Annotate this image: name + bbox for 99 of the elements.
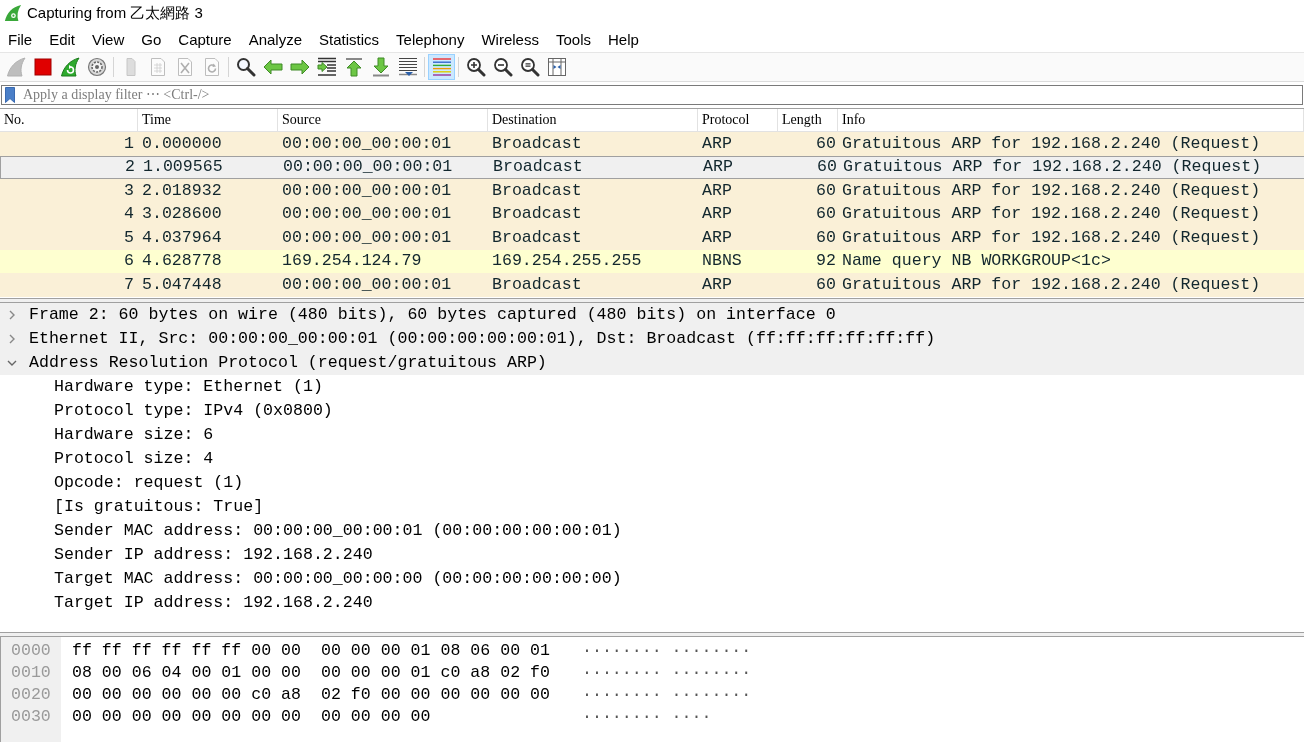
table-cell-text: 4.628778 bbox=[141, 251, 223, 272]
table-cell-text: 00:00:00_00:00:01 bbox=[281, 133, 453, 154]
packet-row[interactable]: 2 1.009565 00:00:00_00:00:01 Broadcast ARP 60 Gratuitous ARP for 192.168.2.240 (Request) bbox=[0, 155, 1304, 179]
hex-bytes: 08 00 06 04 00 01 00 00 00 00 00 01 c0 a8 02 f0 bbox=[72, 662, 551, 684]
packet-row[interactable]: 7 5.047448 00:00:00_00:00:01 Broadcast ARP 60 Gratuitous ARP for 192.168.2.240 (Request) bbox=[0, 273, 1304, 297]
table-cell-text: 60 bbox=[815, 204, 837, 225]
table-cell-text: 6 bbox=[123, 251, 135, 272]
fin-icon bbox=[4, 4, 22, 22]
packet-row[interactable]: 4 3.028600 00:00:00_00:00:01 Broadcast ARP 60 Gratuitous ARP for 192.168.2.240 (Request) bbox=[0, 202, 1304, 226]
table-cell-text: Broadcast bbox=[491, 133, 583, 154]
table-cell-text: ARP bbox=[701, 227, 733, 248]
menu-item[interactable]: Help bbox=[600, 28, 647, 50]
ascii-bytes: ········ ········ bbox=[582, 662, 752, 684]
table-cell-text: 60 bbox=[815, 133, 837, 154]
menu-item[interactable]: Telephony bbox=[388, 28, 473, 50]
table-cell-text: ARP bbox=[701, 133, 733, 154]
hex-bytes: 00 00 00 00 00 00 00 00 00 00 00 00 bbox=[72, 706, 432, 728]
table-cell-text: Broadcast bbox=[491, 227, 583, 248]
tree-item[interactable]: Protocol type: IPv4 (0x0800) bbox=[54, 401, 333, 421]
chevron-right-icon[interactable] bbox=[7, 334, 17, 344]
menu-item[interactable]: Wireless bbox=[473, 28, 547, 50]
chevron-down-icon[interactable] bbox=[7, 358, 17, 368]
menu-item[interactable]: Analyze bbox=[240, 28, 311, 50]
byte-offset: 0000 bbox=[10, 640, 52, 662]
tree-item[interactable]: Ethernet II, Src: 00:00:00_00:00:01 (00:00:00:00:00:01), Dst: Broadcast (ff:ff:ff:ff:ff:ff) bbox=[29, 329, 936, 349]
tree-item[interactable]: Opcode: request (1) bbox=[54, 473, 244, 493]
table-cell-text: 3 bbox=[123, 180, 135, 201]
display-filter-field[interactable]: Apply a display filter ⋯ <Ctrl-/> bbox=[1, 85, 1303, 105]
menu-item[interactable]: File bbox=[0, 28, 41, 50]
tree-item[interactable]: Hardware type: Ethernet (1) bbox=[54, 377, 323, 397]
bookmark-icon[interactable] bbox=[5, 87, 15, 103]
menu-item[interactable]: View bbox=[84, 28, 133, 50]
table-cell-text: 5.047448 bbox=[141, 274, 223, 295]
tree-item[interactable]: Sender MAC address: 00:00:00_00:00:01 (00:00:00:00:00:01) bbox=[54, 521, 622, 541]
ascii-bytes: ········ ···· bbox=[582, 706, 713, 728]
table-cell-text: Gratuitous ARP for 192.168.2.240 (Request) bbox=[841, 204, 1262, 225]
table-cell-text: 169.254.124.79 bbox=[281, 251, 423, 272]
table-cell-text: 4.037964 bbox=[141, 227, 223, 248]
menu-item[interactable]: Statistics bbox=[311, 28, 388, 50]
table-cell-text: 00:00:00_00:00:01 bbox=[281, 274, 453, 295]
table-cell-text: 00:00:00_00:00:01 bbox=[281, 227, 453, 248]
byte-offset: 0020 bbox=[10, 684, 52, 706]
table-cell-text: 00:00:00_00:00:01 bbox=[282, 157, 454, 178]
table-cell-text: 60 bbox=[815, 274, 837, 295]
hex-bytes: ff ff ff ff ff ff 00 00 00 00 00 01 08 06 00 01 bbox=[72, 640, 551, 662]
tree-item[interactable]: Protocol size: 4 bbox=[54, 449, 214, 469]
chevron-right-icon[interactable] bbox=[7, 310, 17, 320]
tree-item[interactable]: Sender IP address: 192.168.2.240 bbox=[54, 545, 373, 565]
table-cell-text: 00:00:00_00:00:01 bbox=[281, 180, 453, 201]
packet-row[interactable]: 1 0.000000 00:00:00_00:00:01 Broadcast ARP 60 Gratuitous ARP for 192.168.2.240 (Request) bbox=[0, 132, 1304, 156]
table-cell-text: Broadcast bbox=[491, 274, 583, 295]
menu-item[interactable]: Capture bbox=[170, 28, 240, 50]
table-cell-text: 1 bbox=[123, 133, 135, 154]
ascii-bytes: ········ ········ bbox=[582, 640, 752, 662]
table-cell-text: 3.028600 bbox=[141, 204, 223, 225]
byte-offset: 0010 bbox=[10, 662, 52, 684]
table-cell-text: Gratuitous ARP for 192.168.2.240 (Request) bbox=[841, 180, 1262, 201]
table-cell-text: Broadcast bbox=[491, 180, 583, 201]
table-cell-text: Gratuitous ARP for 192.168.2.240 (Request) bbox=[842, 157, 1263, 178]
table-cell-text: Broadcast bbox=[491, 204, 583, 225]
table-cell-text: 169.254.255.255 bbox=[491, 251, 643, 272]
table-cell-text: 2.018932 bbox=[141, 180, 223, 201]
table-cell-text: Gratuitous ARP for 192.168.2.240 (Request) bbox=[841, 274, 1262, 295]
table-cell-text: 5 bbox=[123, 227, 135, 248]
table-cell-text: ARP bbox=[702, 157, 734, 178]
menu-item[interactable]: Edit bbox=[41, 28, 84, 50]
tree-item[interactable]: Hardware size: 6 bbox=[54, 425, 214, 445]
table-cell-text: Broadcast bbox=[492, 157, 584, 178]
table-cell-text: 7 bbox=[123, 274, 135, 295]
table-cell-text: 60 bbox=[815, 227, 837, 248]
tree-item[interactable]: [Is gratuitous: True] bbox=[54, 497, 264, 517]
table-cell-text: ARP bbox=[701, 180, 733, 201]
window-title: Capturing from 乙太網路 3 bbox=[27, 3, 203, 23]
ascii-bytes: ········ ········ bbox=[582, 684, 752, 706]
table-cell-text: 2 bbox=[124, 157, 136, 178]
menu-item[interactable]: Tools bbox=[547, 28, 599, 50]
table-cell-text: ARP bbox=[701, 204, 733, 225]
hex-bytes: 00 00 00 00 00 00 c0 a8 02 f0 00 00 00 00 00 00 bbox=[72, 684, 551, 706]
table-cell-text: ARP bbox=[701, 274, 733, 295]
tree-item[interactable]: Target IP address: 192.168.2.240 bbox=[54, 593, 373, 613]
menu-item[interactable]: Go bbox=[133, 28, 170, 50]
table-cell-text: Name query NB WORKGROUP<1c> bbox=[841, 251, 1112, 272]
table-cell-text: Gratuitous ARP for 192.168.2.240 (Request) bbox=[841, 133, 1262, 154]
byte-offset: 0030 bbox=[10, 706, 52, 728]
tree-item[interactable]: Frame 2: 60 bytes on wire (480 bits), 60 bytes captured (480 bits) on interface 0 bbox=[29, 305, 836, 325]
table-cell-text: 60 bbox=[815, 180, 837, 201]
table-cell-text: 0.000000 bbox=[141, 133, 223, 154]
table-cell-text: 1.009565 bbox=[142, 157, 224, 178]
packet-row[interactable]: 3 2.018932 00:00:00_00:00:01 Broadcast ARP 60 Gratuitous ARP for 192.168.2.240 (Request) bbox=[0, 179, 1304, 203]
table-cell-text: Gratuitous ARP for 192.168.2.240 (Request) bbox=[841, 227, 1262, 248]
table-cell-text: 00:00:00_00:00:01 bbox=[281, 204, 453, 225]
table-cell-text: NBNS bbox=[701, 251, 743, 272]
table-cell-text: 60 bbox=[816, 157, 838, 178]
table-cell-text: 4 bbox=[123, 204, 135, 225]
tree-item[interactable]: Address Resolution Protocol (request/gratuitous ARP) bbox=[29, 353, 547, 373]
table-cell-text: 92 bbox=[815, 251, 837, 272]
packet-row[interactable]: 6 4.628778 169.254.124.79 169.254.255.255 NBNS 92 Name query NB WORKGROUP<1c> bbox=[0, 249, 1304, 273]
tree-item[interactable]: Target MAC address: 00:00:00_00:00:00 (00:00:00:00:00:00) bbox=[54, 569, 622, 589]
packet-row[interactable]: 5 4.037964 00:00:00_00:00:01 Broadcast ARP 60 Gratuitous ARP for 192.168.2.240 (Request) bbox=[0, 226, 1304, 250]
